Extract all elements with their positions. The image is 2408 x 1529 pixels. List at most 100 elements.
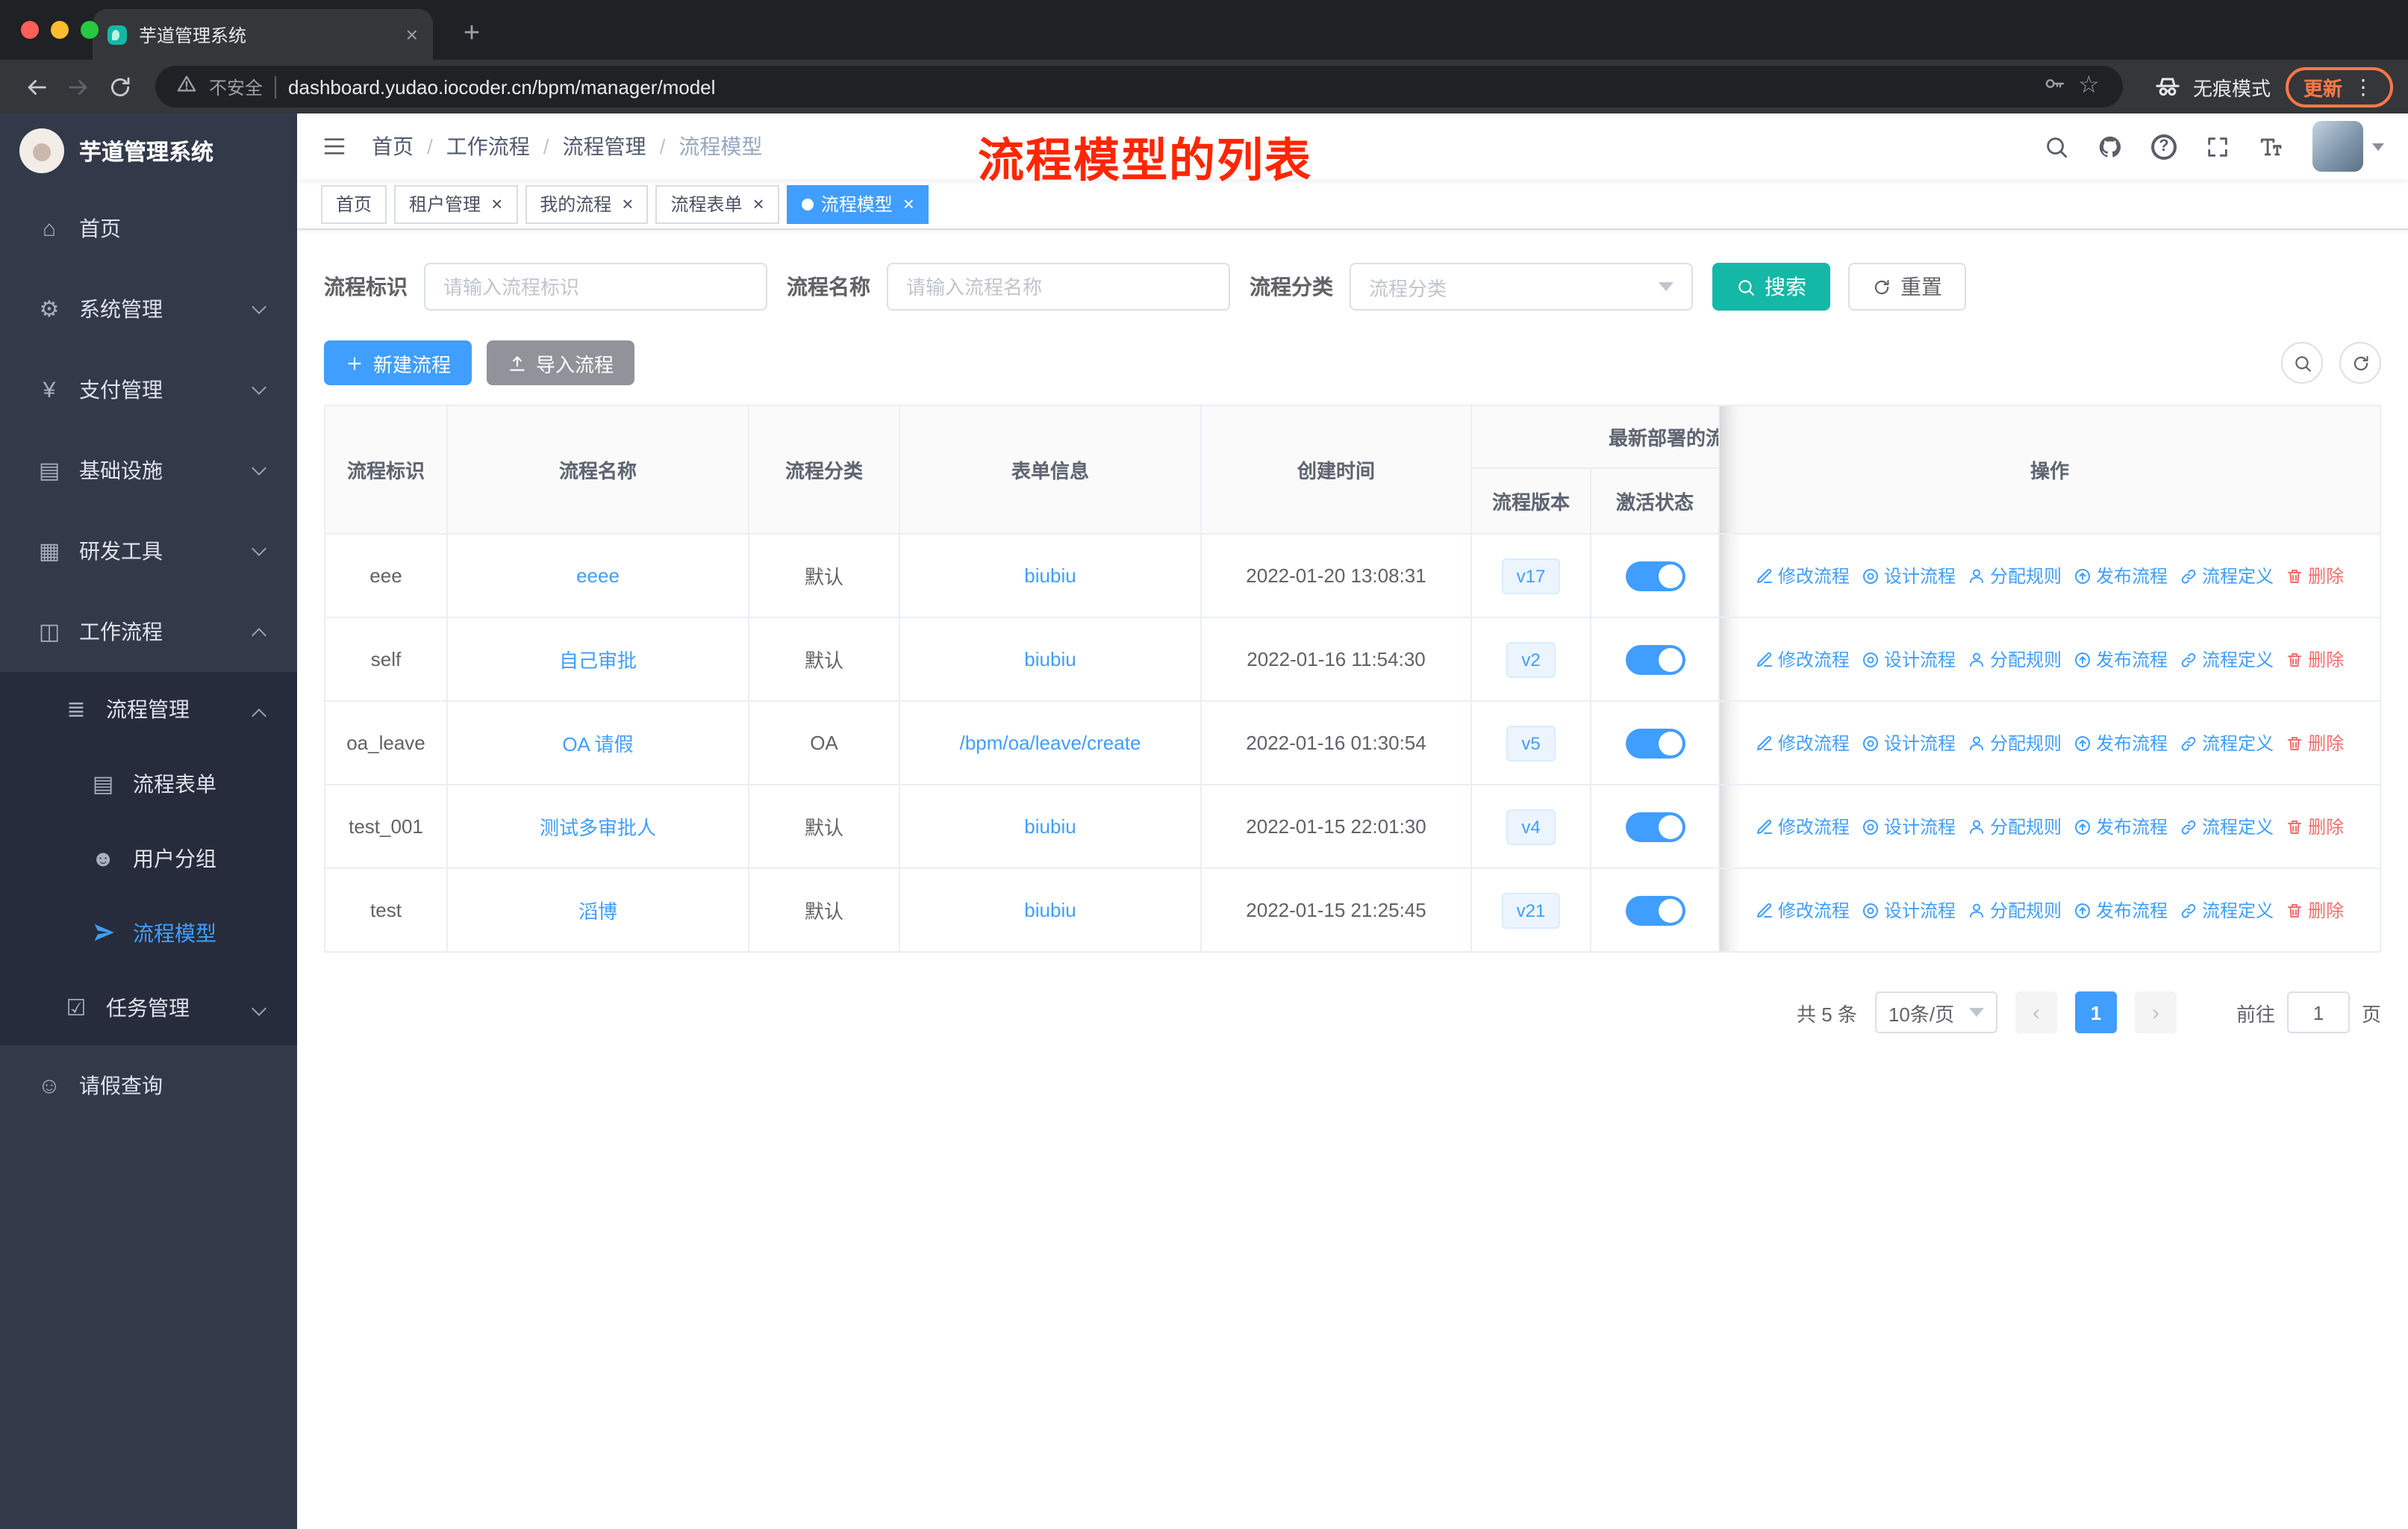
- sidebar-item-leave-query[interactable]: ☺ 请假查询: [0, 1045, 297, 1126]
- sidebar-item-system[interactable]: ⚙ 系统管理: [0, 269, 297, 349]
- toggle-search-button[interactable]: [2281, 342, 2323, 384]
- goto-page-input[interactable]: [2286, 991, 2350, 1033]
- refresh-table-button[interactable]: [2339, 342, 2381, 384]
- import-process-button[interactable]: 导入流程: [487, 340, 635, 385]
- sidebar-item-devtools[interactable]: ▦ 研发工具: [0, 511, 297, 591]
- reset-button[interactable]: 重置: [1848, 263, 1966, 311]
- password-key-icon[interactable]: [2042, 71, 2066, 102]
- process-name-link[interactable]: 自己审批: [559, 650, 637, 672]
- publish-process-link[interactable]: 发布流程: [2074, 563, 2168, 588]
- active-toggle[interactable]: [1625, 644, 1685, 674]
- active-toggle[interactable]: [1625, 812, 1685, 841]
- active-toggle[interactable]: [1625, 728, 1685, 758]
- assign-rule-link[interactable]: 分配规则: [1968, 897, 2062, 923]
- avatar[interactable]: [2312, 121, 2363, 172]
- font-size-icon[interactable]: [2259, 134, 2284, 159]
- security-label[interactable]: 不安全: [209, 74, 263, 99]
- assign-rule-link[interactable]: 分配规则: [1968, 563, 2062, 588]
- publish-process-link[interactable]: 发布流程: [2074, 730, 2168, 756]
- create-process-button[interactable]: 新建流程: [324, 340, 472, 385]
- page-size-select[interactable]: 10条/页: [1874, 991, 1997, 1033]
- user-menu[interactable]: [2312, 121, 2384, 172]
- new-tab-button[interactable]: +: [454, 19, 490, 48]
- process-definition-link[interactable]: 流程定义: [2180, 730, 2274, 756]
- design-process-link[interactable]: 设计流程: [1862, 563, 1956, 588]
- sidebar-item-payment[interactable]: ¥ 支付管理: [0, 349, 297, 430]
- process-key-input[interactable]: [424, 263, 767, 311]
- sidebar-item-workflow[interactable]: ◫ 工作流程: [0, 591, 297, 672]
- url-bar[interactable]: 不安全 dashboard.yudao.iocoder.cn/bpm/manag…: [155, 66, 2123, 108]
- modify-process-link[interactable]: 修改流程: [1756, 897, 1850, 923]
- delete-process-link[interactable]: 删除: [2286, 730, 2344, 756]
- prev-page-button[interactable]: ‹: [2015, 991, 2057, 1033]
- bookmark-star-icon[interactable]: ☆: [2078, 74, 2102, 99]
- forward-button[interactable]: [57, 66, 99, 108]
- sidebar-item-home[interactable]: ⌂ 首页: [0, 188, 297, 269]
- form-info-link[interactable]: biubiu: [1024, 564, 1076, 587]
- browser-update-button[interactable]: 更新 ⋮: [2285, 66, 2393, 107]
- design-process-link[interactable]: 设计流程: [1862, 814, 1956, 839]
- modify-process-link[interactable]: 修改流程: [1756, 563, 1850, 588]
- app-logo[interactable]: 芋道管理系统: [0, 113, 297, 188]
- delete-process-link[interactable]: 删除: [2286, 647, 2344, 672]
- zoom-window-button[interactable]: [81, 21, 99, 39]
- process-name-link[interactable]: eeee: [576, 564, 620, 587]
- help-icon[interactable]: ?: [2151, 134, 2177, 159]
- category-select[interactable]: 流程分类: [1350, 263, 1693, 311]
- design-process-link[interactable]: 设计流程: [1862, 647, 1956, 672]
- process-definition-link[interactable]: 流程定义: [2180, 563, 2274, 588]
- reload-button[interactable]: [99, 66, 140, 108]
- process-definition-link[interactable]: 流程定义: [2180, 814, 2274, 839]
- search-icon[interactable]: [2044, 134, 2069, 159]
- modify-process-link[interactable]: 修改流程: [1756, 647, 1850, 672]
- sidebar-item-process-form[interactable]: ▤ 流程表单: [0, 747, 297, 821]
- tab-tenant-management[interactable]: 租户管理 ×: [394, 184, 518, 223]
- process-definition-link[interactable]: 流程定义: [2180, 647, 2274, 672]
- delete-process-link[interactable]: 删除: [2286, 814, 2344, 839]
- form-info-link[interactable]: biubiu: [1024, 899, 1076, 921]
- delete-process-link[interactable]: 删除: [2286, 897, 2344, 923]
- close-icon[interactable]: ×: [753, 194, 764, 214]
- minimize-window-button[interactable]: [51, 21, 69, 39]
- active-toggle[interactable]: [1625, 895, 1685, 925]
- search-button[interactable]: 搜索: [1712, 263, 1830, 311]
- form-info-link[interactable]: biubiu: [1024, 815, 1076, 838]
- back-button[interactable]: [15, 66, 57, 108]
- breadcrumb-item[interactable]: 流程管理: [563, 131, 646, 161]
- process-definition-link[interactable]: 流程定义: [2180, 897, 2274, 923]
- sidebar-item-infrastructure[interactable]: ▤ 基础设施: [0, 430, 297, 511]
- browser-tab[interactable]: 芋道管理系统 ×: [93, 9, 433, 60]
- tab-process-form[interactable]: 流程表单 ×: [655, 184, 779, 223]
- design-process-link[interactable]: 设计流程: [1862, 730, 1956, 756]
- tab-my-process[interactable]: 我的流程 ×: [525, 184, 649, 223]
- close-icon[interactable]: ×: [903, 194, 914, 214]
- browser-menu-icon[interactable]: ⋮: [2353, 74, 2375, 99]
- assign-rule-link[interactable]: 分配规则: [1968, 814, 2062, 839]
- url-text[interactable]: dashboard.yudao.iocoder.cn/bpm/manager/m…: [288, 75, 2030, 98]
- breadcrumb-item[interactable]: 首页: [372, 131, 414, 161]
- tab-close-icon[interactable]: ×: [406, 24, 418, 45]
- delete-process-link[interactable]: 删除: [2286, 563, 2344, 588]
- process-name-input[interactable]: [887, 263, 1230, 311]
- form-info-link[interactable]: /bpm/oa/leave/create: [960, 732, 1141, 754]
- publish-process-link[interactable]: 发布流程: [2074, 647, 2168, 672]
- close-icon[interactable]: ×: [622, 194, 633, 214]
- hamburger-icon[interactable]: [321, 134, 348, 158]
- github-icon[interactable]: [2097, 134, 2123, 159]
- publish-process-link[interactable]: 发布流程: [2074, 814, 2168, 839]
- publish-process-link[interactable]: 发布流程: [2074, 897, 2168, 923]
- fullscreen-icon[interactable]: [2205, 134, 2230, 159]
- tab-process-model[interactable]: 流程模型 ×: [786, 184, 929, 223]
- process-name-link[interactable]: 测试多审批人: [540, 817, 656, 839]
- assign-rule-link[interactable]: 分配规则: [1968, 730, 2062, 756]
- sidebar-item-process-management[interactable]: ≣ 流程管理: [0, 672, 297, 747]
- process-name-link[interactable]: 滔博: [578, 900, 617, 923]
- form-info-link[interactable]: biubiu: [1024, 648, 1076, 670]
- sidebar-item-task-management[interactable]: ☑ 任务管理: [0, 971, 297, 1045]
- sidebar-item-user-group[interactable]: ☻ 用户分组: [0, 821, 297, 896]
- modify-process-link[interactable]: 修改流程: [1756, 814, 1850, 839]
- page-number-button[interactable]: 1: [2074, 991, 2117, 1033]
- active-toggle[interactable]: [1625, 561, 1685, 591]
- close-icon[interactable]: ×: [491, 194, 502, 214]
- modify-process-link[interactable]: 修改流程: [1756, 730, 1850, 756]
